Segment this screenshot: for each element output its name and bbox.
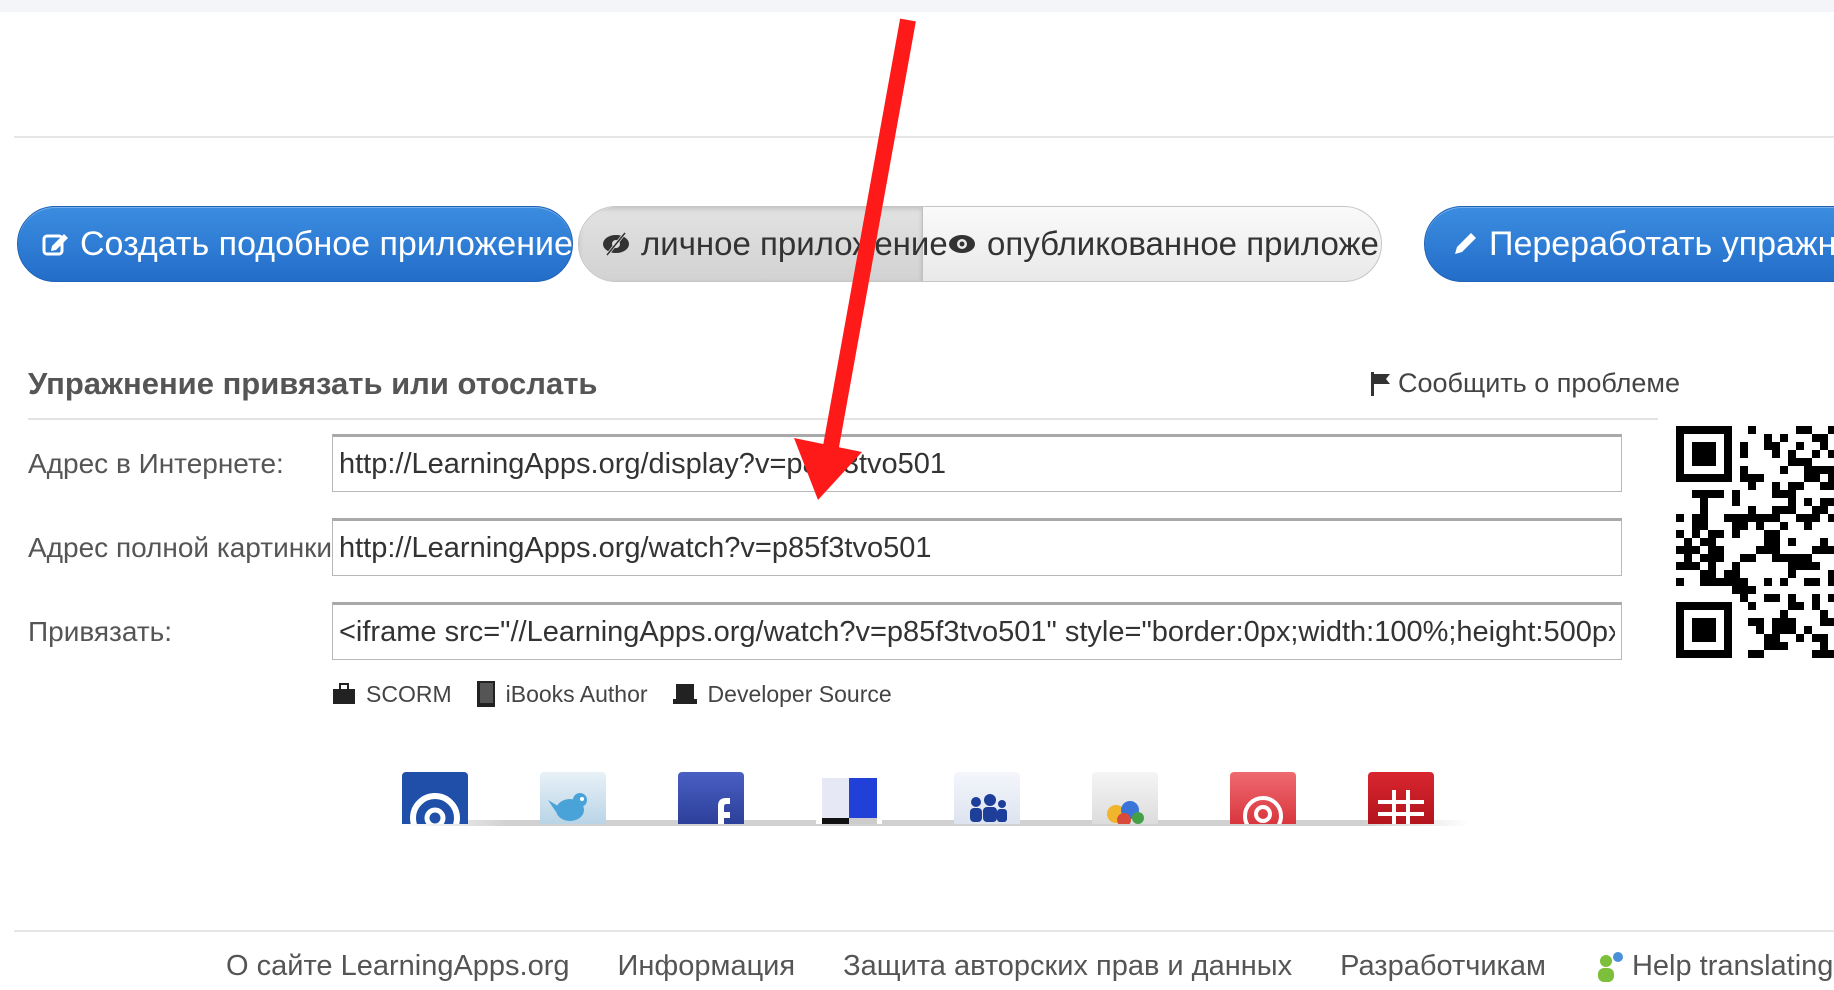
- report-problem-label: Сообщить о проблеме: [1398, 368, 1680, 398]
- hash-grid-icon: [1378, 790, 1424, 824]
- rework-exercise-label: Переработать упражнение: [1489, 224, 1834, 263]
- share-myspace-button[interactable]: [954, 772, 1020, 824]
- footer-about-link[interactable]: О сайте LearningApps.org: [226, 950, 570, 983]
- eye-slash-icon: [601, 231, 631, 257]
- embed-code-input[interactable]: [332, 602, 1622, 660]
- create-similar-app-main[interactable]: Создать подобное приложение: [18, 207, 573, 281]
- fullscreen-address-label: Адрес полной картинки:: [28, 532, 340, 563]
- ibooks-author-link[interactable]: iBooks Author: [476, 680, 648, 708]
- share-facebook-button[interactable]: [678, 772, 744, 824]
- footer-divider: [14, 930, 1834, 932]
- scorm-link[interactable]: SCORM: [332, 681, 452, 708]
- rework-exercise-button[interactable]: Переработать упражнение: [1424, 206, 1834, 282]
- share-google-button[interactable]: [1092, 772, 1158, 824]
- create-similar-app-label: Создать подобное приложение: [80, 224, 573, 263]
- facebook-f-icon: [718, 798, 730, 824]
- briefcase-icon: [332, 682, 356, 706]
- private-app-toggle[interactable]: личное приложение: [579, 207, 948, 281]
- share-email-button[interactable]: [402, 772, 468, 824]
- flag-icon: [1370, 371, 1392, 397]
- scorm-label: SCORM: [366, 680, 452, 707]
- section-divider: [28, 418, 1658, 420]
- eye-icon: [947, 232, 977, 256]
- embed-section-title: Упражнение привязать или отослать: [28, 366, 598, 401]
- fullscreen-address-input[interactable]: [332, 518, 1622, 576]
- ibooks-author-label: iBooks Author: [505, 680, 648, 707]
- share-pinterest-button[interactable]: [1230, 772, 1296, 824]
- at-sign-icon: [410, 793, 460, 824]
- private-app-label: личное приложение: [641, 225, 948, 262]
- delicious-squares-icon: [822, 778, 877, 824]
- footer-developers-link[interactable]: Разработчикам: [1340, 950, 1546, 983]
- published-app-label: опубликованное приложение: [987, 225, 1381, 262]
- page: Создать подобное приложение ▼ личное при…: [0, 0, 1834, 990]
- developer-source-link[interactable]: Developer Source: [672, 681, 892, 708]
- colored-bubbles-icon: [1107, 801, 1144, 824]
- footer: О сайте LearningApps.org Информация Защи…: [0, 950, 1834, 983]
- people-group-icon: [970, 794, 1007, 822]
- footer-help-translating-link[interactable]: Help translating: [1594, 950, 1834, 983]
- footer-info-link[interactable]: Информация: [618, 950, 796, 983]
- internet-address-input[interactable]: [332, 434, 1622, 492]
- book-icon: [476, 680, 496, 708]
- embed-code-label: Привязать:: [28, 616, 173, 647]
- annotation-arrow-overlay: [794, 18, 916, 500]
- report-problem-link[interactable]: Сообщить о проблеме: [1370, 368, 1680, 399]
- header-divider: [14, 136, 1834, 138]
- share-delicious-button[interactable]: [816, 772, 882, 824]
- export-links: SCORM iBooks Author Developer Source: [332, 680, 892, 708]
- published-app-toggle[interactable]: опубликованное приложение: [923, 207, 1381, 281]
- qr-code-image: [1676, 426, 1834, 658]
- footer-privacy-link[interactable]: Защита авторских прав и данных: [843, 950, 1292, 983]
- share-twitter-button[interactable]: [540, 772, 606, 824]
- translator-person-icon: [1594, 951, 1624, 983]
- pencil-icon: [1451, 230, 1479, 258]
- laptop-icon: [672, 682, 698, 706]
- internet-address-label: Адрес в Интернете:: [28, 448, 284, 479]
- share-buttons-row: [402, 772, 1434, 824]
- share-grid-button[interactable]: [1368, 772, 1434, 824]
- developer-source-label: Developer Source: [707, 680, 892, 707]
- create-similar-app-button[interactable]: Создать подобное приложение ▼: [17, 206, 573, 282]
- edit-square-icon: [42, 230, 70, 258]
- help-translating-label: Help translating: [1631, 950, 1834, 982]
- top-strip: [0, 0, 1834, 12]
- visibility-toggle-group: личное приложение опубликованное приложе…: [578, 206, 1382, 282]
- bird-icon: [548, 793, 587, 821]
- pinterest-p-icon: [1243, 796, 1283, 824]
